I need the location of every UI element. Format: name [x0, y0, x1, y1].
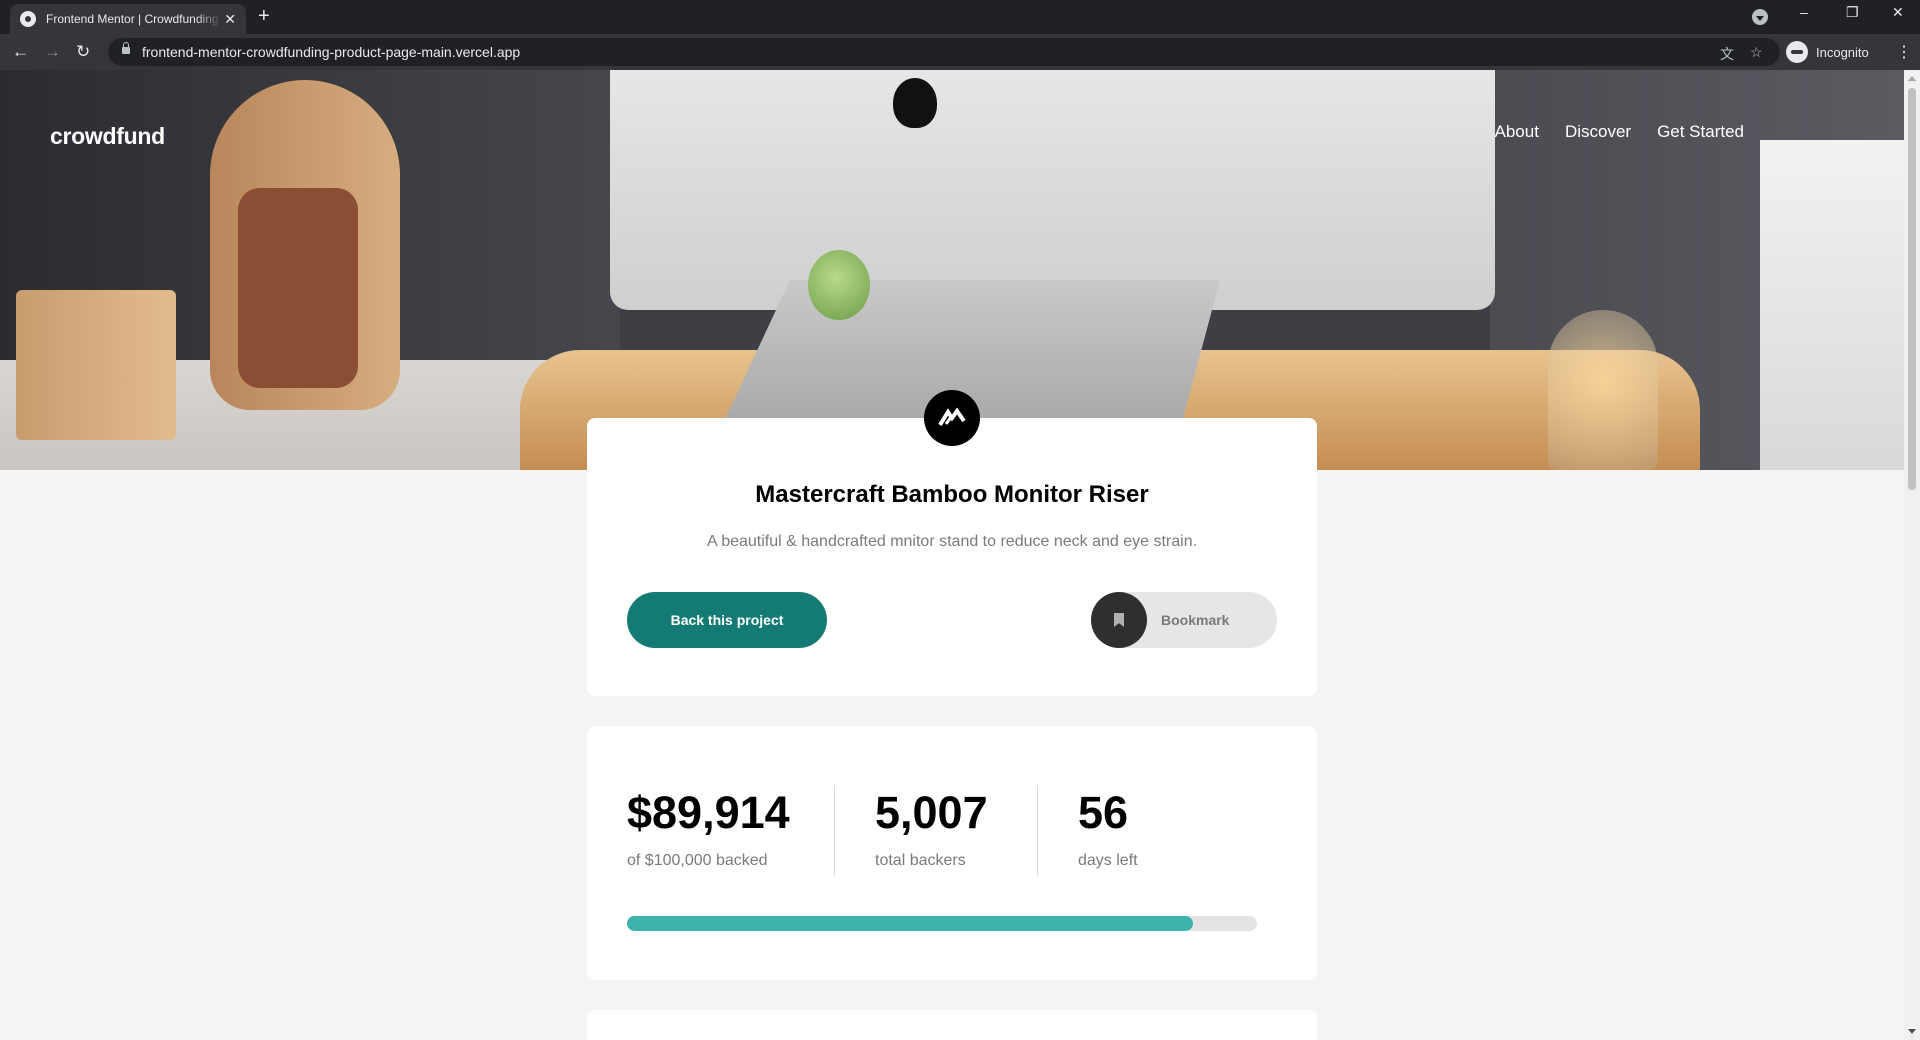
frontend-mentor-icon	[20, 11, 36, 27]
hero-figurine	[808, 250, 870, 320]
stat-days: 56 days left	[1078, 786, 1138, 870]
reload-icon[interactable]: ↻	[76, 42, 90, 62]
site-logo[interactable]: crowdfund	[50, 123, 165, 150]
new-tab-button[interactable]: +	[258, 6, 270, 26]
nav-link-get-started[interactable]: Get Started	[1657, 122, 1744, 142]
stat-divider	[1037, 786, 1038, 876]
scroll-up-icon[interactable]	[1908, 76, 1916, 81]
back-arrow-icon[interactable]: ←	[12, 42, 29, 62]
product-title: Mastercraft Bamboo Monitor Riser	[755, 481, 1149, 508]
funding-progress-bar	[627, 916, 1257, 931]
backers-count: 5,007	[875, 787, 988, 838]
profile-label: Incognito	[1816, 44, 1869, 60]
page-scrollbar[interactable]	[1904, 70, 1920, 1040]
hero-speaker-grill	[238, 188, 358, 388]
stats-card: $89,914 of $100,000 backed 5,007 total b…	[587, 726, 1317, 980]
scroll-down-icon[interactable]	[1908, 1029, 1916, 1034]
restore-icon[interactable]: ❐	[1846, 4, 1859, 21]
days-left-count: 56	[1078, 787, 1129, 838]
about-card	[587, 1010, 1317, 1040]
backed-label: of $100,000 backed	[627, 852, 768, 869]
stat-backers: 5,007 total backers	[875, 786, 988, 870]
scrollbar-thumb[interactable]	[1908, 88, 1916, 490]
browser-toolbar: ← → ↻ frontend-mentor-crowdfunding-produ…	[0, 34, 1920, 70]
stat-backed: $89,914 of $100,000 backed	[627, 786, 790, 870]
back-this-project-button[interactable]: Back this project	[627, 592, 827, 648]
minimize-icon[interactable]: –	[1800, 4, 1808, 20]
tab-title: Frontend Mentor | Crowdfunding product p…	[46, 12, 222, 26]
page-viewport: crowdfund About Discover Get Started Mas…	[0, 70, 1920, 1040]
backed-amount: $89,914	[627, 787, 790, 838]
apple-logo-icon	[893, 78, 937, 128]
hero-pencil-cup	[16, 290, 176, 440]
incognito-icon	[1786, 41, 1808, 63]
bookmark-button[interactable]: Bookmark	[1091, 592, 1277, 648]
product-description: A beautiful & handcrafted mnitor stand t…	[706, 533, 1198, 550]
tab-search-icon[interactable]	[1752, 9, 1768, 25]
url-text[interactable]: frontend-mentor-crowdfunding-product-pag…	[142, 44, 520, 60]
incognito-profile[interactable]: Incognito	[1786, 39, 1869, 65]
main-nav: About Discover Get Started	[1495, 122, 1745, 142]
nav-link-about[interactable]: About	[1495, 122, 1539, 142]
translate-icon[interactable]: 文	[1720, 44, 1734, 64]
forward-arrow-icon[interactable]: →	[44, 42, 61, 62]
hero-monitor	[610, 70, 1495, 310]
days-left-label: days left	[1078, 852, 1138, 869]
backers-label: total backers	[875, 852, 966, 869]
bookmark-label: Bookmark	[1161, 612, 1230, 628]
address-bar[interactable]: frontend-mentor-crowdfunding-product-pag…	[108, 38, 1780, 66]
close-tab-icon[interactable]: ✕	[224, 12, 236, 26]
menu-dots-icon[interactable]: ⋮	[1896, 42, 1912, 62]
star-icon[interactable]: ☆	[1750, 44, 1763, 61]
hero-window	[1760, 140, 1904, 470]
funding-progress-fill	[627, 916, 1194, 931]
product-card: Mastercraft Bamboo Monitor Riser A beaut…	[587, 418, 1317, 696]
lock-icon	[122, 42, 130, 54]
mastercraft-logo-icon	[924, 390, 980, 446]
stat-divider	[834, 786, 835, 876]
browser-tab[interactable]: Frontend Mentor | Crowdfunding product p…	[10, 4, 246, 34]
nav-link-discover[interactable]: Discover	[1565, 122, 1631, 142]
browser-tab-strip: Frontend Mentor | Crowdfunding product p…	[0, 0, 1920, 34]
hero-light-bulb	[1548, 310, 1658, 470]
close-window-icon[interactable]: ✕	[1892, 4, 1904, 21]
bookmark-icon	[1091, 592, 1147, 648]
